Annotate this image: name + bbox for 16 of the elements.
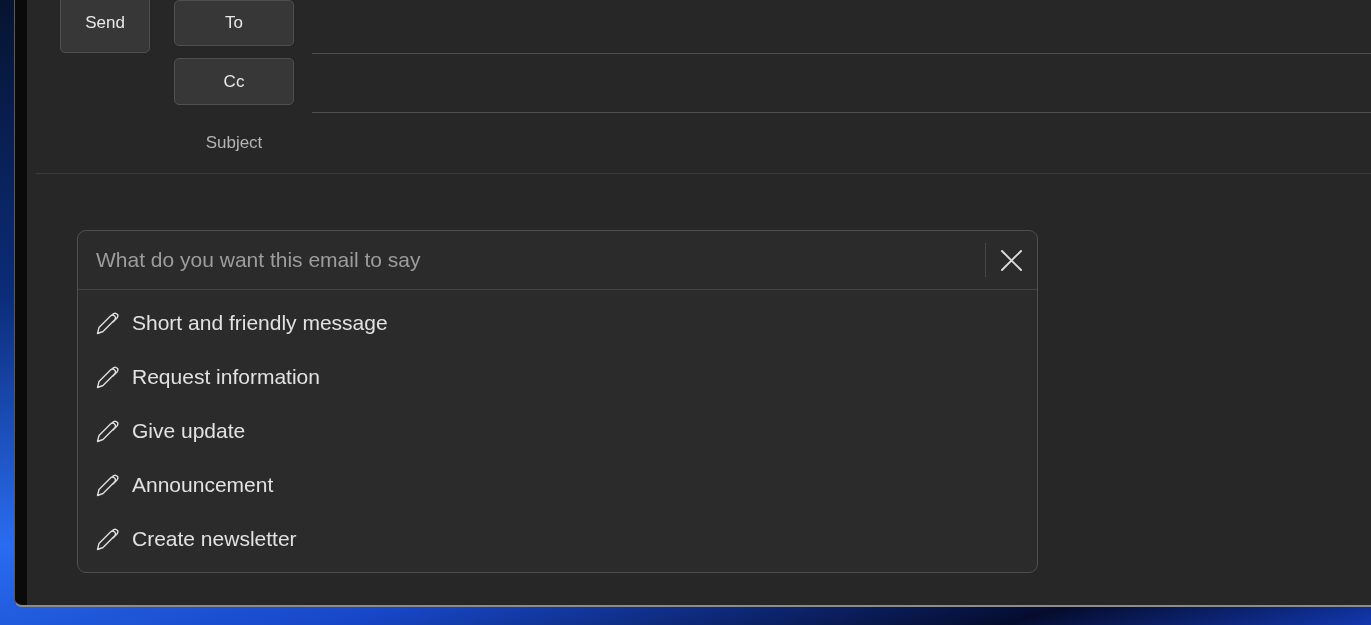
prompt-field[interactable]: What do you want this email to say bbox=[78, 231, 985, 289]
close-icon bbox=[1001, 249, 1022, 271]
to-button[interactable]: To bbox=[174, 0, 294, 46]
suggestion-item[interactable]: Announcement bbox=[78, 458, 1037, 512]
pen-icon bbox=[95, 419, 119, 443]
send-button[interactable]: Send bbox=[60, 0, 150, 53]
subject-label: Subject bbox=[205, 133, 263, 153]
cc-button[interactable]: Cc bbox=[174, 58, 294, 105]
suggestion-item[interactable]: Create newsletter bbox=[78, 512, 1037, 566]
pen-icon bbox=[95, 473, 119, 497]
pen-icon bbox=[95, 527, 119, 551]
suggestion-item[interactable]: Request information bbox=[78, 350, 1037, 404]
suggestion-item[interactable]: Give update bbox=[78, 404, 1037, 458]
suggestion-item[interactable]: Short and friendly message bbox=[78, 296, 1037, 350]
pen-icon bbox=[95, 365, 119, 389]
pen-icon bbox=[95, 311, 119, 335]
